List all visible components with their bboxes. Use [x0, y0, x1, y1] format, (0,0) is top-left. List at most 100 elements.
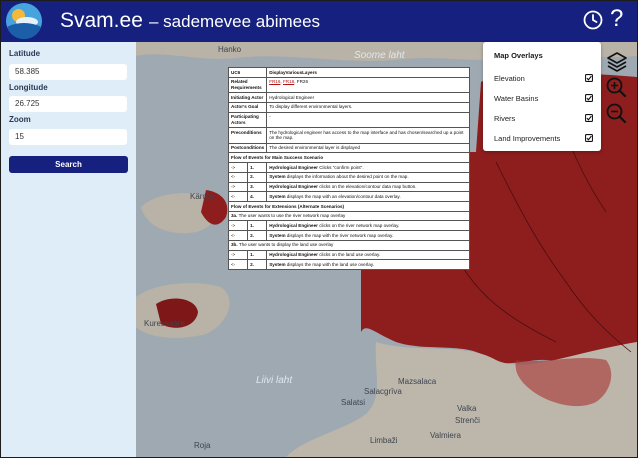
step-number: 3. [247, 181, 268, 193]
step-number: 2. [247, 230, 268, 241]
overlays-title: Map Overlays [494, 51, 543, 60]
goal-value: To display different environmental layer… [266, 101, 470, 113]
table-row: <- 4. System displays the map with an el… [227, 191, 470, 203]
app-window: Svam.ee – sademevee abimees ? Latitude 5… [1, 1, 637, 457]
zoom-out-icon[interactable] [605, 102, 627, 124]
step-actor: Hydrological Engineer [269, 184, 318, 190]
req-fr26: FR26 [296, 79, 309, 85]
step-text: System displays the map with an elevatio… [266, 191, 470, 203]
search-button[interactable]: Search [9, 156, 128, 173]
step-desc: displays the information about the desir… [285, 174, 409, 180]
ext-3a-heading: 3a. The user wants to use the river netw… [228, 210, 470, 222]
table-row: Actor’s Goal To display different enviro… [227, 101, 470, 113]
app-header: Svam.ee – sademevee abimees ? [1, 1, 637, 42]
table-row: Preconditions The hydrological engineer … [227, 127, 470, 144]
table-row: -> 1. Hydrological Engineer clicks on th… [227, 249, 470, 261]
participants-value: - [266, 111, 470, 129]
table-row: Flow of Events for Main Success Scenario [228, 152, 470, 164]
ext-3b-text: The user wants to display the land use o… [237, 242, 334, 248]
post-value: The desired environmental layer is displ… [266, 142, 470, 154]
table-row: Flow of Events for Extensions (Alternate… [228, 201, 470, 212]
map-label-kuressaare: Kuressaare [144, 319, 185, 328]
clock-icon[interactable] [583, 10, 603, 30]
step-text: Hydrological Engineer clicks on the rive… [266, 220, 470, 232]
step-arrow: -> [227, 220, 249, 232]
overlay-land-improvements-label[interactable]: Land Improvements [494, 134, 560, 143]
table-row: 3a. The user wants to use the river netw… [228, 210, 470, 222]
step-text: System displays the map with the land us… [266, 259, 470, 271]
map-label-salacgriva: Salacgrīva [364, 387, 402, 396]
step-actor: System [269, 261, 286, 267]
elevation-checkbox[interactable] [585, 74, 593, 82]
step-actor: Hydrological Engineer [269, 164, 318, 170]
map-label-valka: Valka [457, 404, 477, 413]
ext-3b-heading: 3b. The user wants to display the land u… [228, 239, 470, 251]
map-label-mazsalaca: Mazsalaca [398, 377, 437, 386]
step-number: 4. [247, 191, 268, 203]
app-subtitle: – sademevee abimees [149, 12, 321, 31]
help-icon[interactable]: ? [610, 6, 623, 32]
longitude-input[interactable]: 26.725 [9, 96, 127, 112]
ext-3b-id: 3b. [231, 242, 238, 248]
use-case-document: UC6 DisplayVariousLayers Related Require… [227, 67, 470, 271]
step-arrow: -> [227, 249, 249, 261]
step-arrow: <- [227, 259, 249, 271]
use-case-table: UC6 DisplayVariousLayers Related Require… [227, 67, 470, 271]
step-text: System displays the information about th… [266, 171, 470, 183]
zoom-in-icon[interactable] [605, 76, 627, 98]
req-value: FR16, FR18, FR26 [266, 76, 470, 94]
step-desc: Clicks "confirm point". [317, 164, 364, 170]
step-desc: clicks on the land use overlay. [317, 252, 381, 258]
map-label-salatsi: Salatsi [341, 398, 366, 407]
ext-3a-text: The user wants to use the river network … [237, 213, 346, 219]
overlay-rivers-label[interactable]: Rivers [494, 114, 515, 123]
step-text: Hydrological Engineer Clicks "confirm po… [266, 162, 470, 173]
longitude-label: Longitude [9, 83, 48, 92]
rivers-checkbox[interactable] [585, 114, 593, 122]
map-label-liivi-laht: Liivi laht [256, 375, 293, 386]
overlay-elevation-label[interactable]: Elevation [494, 74, 525, 83]
latitude-label: Latitude [9, 49, 41, 58]
step-actor: System [269, 232, 286, 238]
step-text: System displays the map with the river n… [266, 230, 470, 241]
table-row: 3b. The user wants to display the land u… [228, 239, 470, 251]
table-row: -> 1. Hydrological Engineer clicks on th… [227, 220, 470, 232]
map-label-roja: Roja [194, 441, 211, 450]
actor-value: Hydrological Engineer [266, 92, 470, 103]
latitude-input[interactable]: 58.385 [9, 64, 127, 80]
overlay-water-basins-label[interactable]: Water Basins [494, 94, 538, 103]
table-row: Participating Actors - [227, 111, 470, 129]
step-number: 1. [247, 162, 268, 173]
zoom-input[interactable]: 15 [9, 129, 127, 145]
table-row: <- 2. System displays the information ab… [227, 171, 470, 183]
table-row: Initiating Actor Hydrological Engineer [227, 92, 470, 103]
step-number: 1. [247, 249, 268, 261]
zoom-label: Zoom [9, 115, 31, 124]
step-desc: displays the map with the land use overl… [285, 261, 375, 267]
step-arrow: -> [227, 181, 249, 193]
req-label: Related Requirements [227, 76, 268, 94]
goal-label: Actor’s Goal [227, 101, 268, 113]
step-actor: Hydrological Engineer [269, 252, 318, 258]
step-number: 1. [247, 220, 268, 232]
participants-label: Participating Actors [227, 111, 268, 129]
ext-flow-title: Flow of Events for Extensions (Alternate… [228, 201, 470, 212]
app-logo[interactable] [6, 3, 42, 39]
table-row: <- 2. System displays the map with the l… [227, 259, 470, 271]
map-label-valmiera: Valmiera [430, 431, 461, 440]
pre-label: Preconditions [227, 127, 268, 144]
table-row: Postconditions The desired environmental… [227, 142, 470, 154]
main-flow-title: Flow of Events for Main Success Scenario [228, 152, 470, 164]
step-actor: System [269, 174, 286, 180]
table-row: -> 3. Hydrological Engineer clicks on th… [227, 181, 470, 193]
step-text: Hydrological Engineer clicks on the land… [266, 249, 470, 261]
land-improvements-checkbox[interactable] [585, 134, 593, 142]
step-desc: clicks on the river network map overlay. [317, 222, 400, 228]
step-arrow: <- [227, 191, 249, 203]
water-basins-checkbox[interactable] [585, 94, 593, 102]
layers-icon[interactable] [605, 50, 629, 74]
map-overlays-panel: Map Overlays Elevation Water Basins Rive… [483, 42, 601, 151]
step-desc: clicks on the elevation/contour data map… [317, 184, 417, 190]
table-row: UC6 DisplayVariousLayers [227, 67, 470, 78]
step-actor: System [269, 193, 286, 199]
